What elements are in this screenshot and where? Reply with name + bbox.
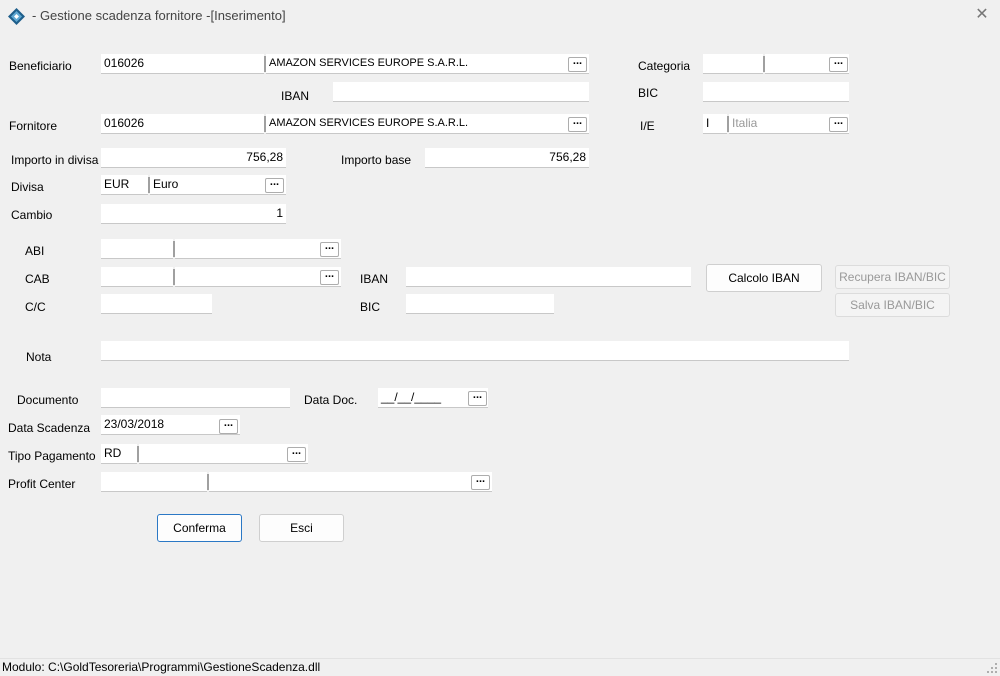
profit-center-label: Profit Center	[8, 477, 76, 491]
importo-divisa-label: Importo in divisa	[11, 153, 99, 167]
cab-desc-field[interactable]	[175, 267, 341, 287]
cab-lookup-button[interactable]: ...	[320, 269, 339, 285]
cambio-field[interactable]: 1	[101, 204, 286, 224]
tipo-pagamento-label: Tipo Pagamento	[8, 449, 96, 463]
fornitore-label: Fornitore	[9, 119, 58, 133]
data-scadenza-label: Data Scadenza	[8, 421, 91, 435]
ie-code-field[interactable]: I	[703, 114, 727, 134]
close-icon[interactable]: ✕	[970, 4, 994, 26]
bic-field[interactable]	[406, 294, 554, 314]
abi-lookup-button[interactable]: ...	[320, 241, 339, 257]
categoria-code-field[interactable]	[703, 54, 763, 74]
nota-field[interactable]	[101, 341, 849, 361]
beneficiario-bic-label: BIC	[638, 86, 659, 100]
importo-divisa-field[interactable]: 756,28	[101, 148, 286, 168]
tipo-pagamento-code-field[interactable]: RD	[101, 444, 137, 464]
abi-code-field[interactable]	[101, 239, 173, 259]
data-scadenza-calendar-button[interactable]: ...	[219, 418, 238, 434]
cab-label: CAB	[25, 272, 50, 286]
abi-label: ABI	[25, 244, 45, 258]
documento-field[interactable]	[101, 388, 290, 408]
tipo-pagamento-lookup-button[interactable]: ...	[287, 446, 306, 462]
esci-button[interactable]: Esci	[259, 514, 344, 542]
app-logo-icon	[8, 8, 25, 25]
iban-label: IBAN	[360, 272, 389, 286]
cambio-label: Cambio	[11, 208, 53, 222]
divisa-label: Divisa	[11, 180, 44, 194]
profit-center-code-field[interactable]	[101, 472, 207, 492]
iban-field[interactable]	[406, 267, 691, 287]
nota-label: Nota	[26, 350, 52, 364]
categoria-lookup-button[interactable]: ...	[829, 56, 848, 72]
divisa-lookup-button[interactable]: ...	[265, 177, 284, 193]
fornitore-code-field[interactable]: 016026	[101, 114, 264, 134]
tipo-pagamento-desc-field[interactable]	[139, 444, 308, 464]
abi-desc-field[interactable]	[175, 239, 341, 259]
cab-code-field[interactable]	[101, 267, 173, 287]
fornitore-lookup-button[interactable]: ...	[568, 116, 587, 132]
categoria-label: Categoria	[638, 59, 691, 73]
beneficiario-name-field[interactable]: AMAZON SERVICES EUROPE S.A.R.L.	[266, 54, 589, 74]
ie-lookup-button[interactable]: ...	[829, 116, 848, 132]
profit-center-desc-field[interactable]	[209, 472, 492, 492]
divisa-code-field[interactable]: EUR	[101, 175, 148, 195]
beneficiario-bic-field[interactable]	[703, 82, 849, 102]
cc-label: C/C	[25, 300, 46, 314]
documento-label: Documento	[17, 393, 79, 407]
importo-base-field[interactable]: 756,28	[425, 148, 589, 168]
bic-label: BIC	[360, 300, 381, 314]
profit-center-lookup-button[interactable]: ...	[471, 474, 490, 490]
beneficiario-label: Beneficiario	[9, 59, 72, 73]
status-module-path: Modulo: C:\GoldTesoreria\Programmi\Gesti…	[2, 660, 321, 674]
recupera-iban-bic-button[interactable]: Recupera IBAN/BIC	[835, 265, 950, 289]
beneficiario-iban-label: IBAN	[281, 89, 310, 103]
salva-iban-bic-button[interactable]: Salva IBAN/BIC	[835, 293, 950, 317]
beneficiario-code-field[interactable]: 016026	[101, 54, 264, 74]
importo-base-label: Importo base	[341, 153, 412, 167]
window-title: - Gestione scadenza fornitore -[Inserime…	[32, 8, 286, 23]
conferma-button[interactable]: Conferma	[157, 514, 242, 542]
cc-field[interactable]	[101, 294, 212, 314]
calcolo-iban-button[interactable]: Calcolo IBAN	[706, 264, 822, 292]
ie-label: I/E	[640, 119, 655, 133]
beneficiario-iban-field[interactable]	[333, 82, 589, 102]
beneficiario-lookup-button[interactable]: ...	[568, 56, 587, 72]
data-doc-label: Data Doc.	[304, 393, 358, 407]
data-doc-calendar-button[interactable]: ...	[468, 390, 487, 406]
fornitore-name-field[interactable]: AMAZON SERVICES EUROPE S.A.R.L.	[266, 114, 589, 134]
resize-grip-icon[interactable]	[986, 662, 998, 674]
